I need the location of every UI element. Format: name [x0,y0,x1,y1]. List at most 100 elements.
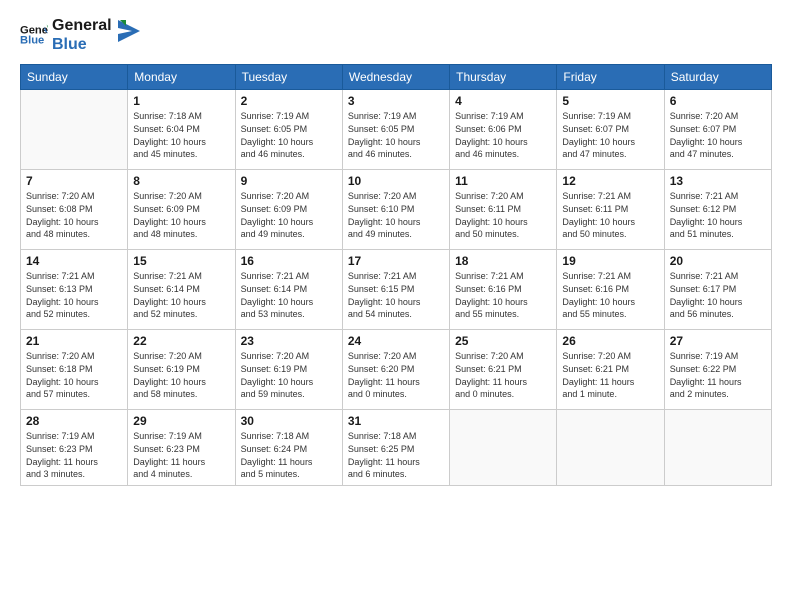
calendar-cell: 11Sunrise: 7:20 AM Sunset: 6:11 PM Dayli… [450,170,557,250]
logo: General Blue General Blue [20,16,140,54]
day-number: 22 [133,334,229,348]
day-number: 28 [26,414,122,428]
day-number: 3 [348,94,444,108]
calendar-table: SundayMondayTuesdayWednesdayThursdayFrid… [20,64,772,485]
day-number: 15 [133,254,229,268]
calendar-week-row: 7 Sunrise: 7:20 AM Sunset: 6:08 PM Daylig… [21,170,772,250]
calendar-cell: 31 Sunrise: 7:18 AM Sunset: 6:25 PM Dayli… [342,410,449,485]
weekday-header: Sunday [21,65,128,90]
calendar-cell: 10Sunrise: 7:20 AM Sunset: 6:10 PM Dayli… [342,170,449,250]
day-info: Sunrise: 7:20 AM Sunset: 6:18 PM Dayligh… [26,350,122,400]
calendar-body: 1 Sunrise: 7:18 AM Sunset: 6:04 PM Daylig… [21,90,772,485]
day-info: Sunrise: 7:20 AM Sunset: 6:07 PM Dayligh… [670,110,766,160]
calendar-cell: 25 Sunrise: 7:20 AM Sunset: 6:21 PM Dayli… [450,330,557,410]
day-info: Sunrise: 7:18 AM Sunset: 6:24 PM Dayligh… [241,430,337,480]
day-number: 24 [348,334,444,348]
weekday-header: Friday [557,65,664,90]
calendar-cell: 19 Sunrise: 7:21 AM Sunset: 6:16 PM Dayli… [557,250,664,330]
day-number: 19 [562,254,658,268]
day-info: Sunrise: 7:20 AM Sunset: 6:19 PM Dayligh… [133,350,229,400]
day-info: Sunrise: 7:19 AM Sunset: 6:22 PM Dayligh… [670,350,766,400]
day-info: Sunrise: 7:20 AM Sunset: 6:20 PM Dayligh… [348,350,444,400]
calendar-cell: 20 Sunrise: 7:21 AM Sunset: 6:17 PM Dayli… [664,250,771,330]
weekday-header: Saturday [664,65,771,90]
day-number: 6 [670,94,766,108]
day-info: Sunrise: 7:21 AM Sunset: 6:14 PM Dayligh… [241,270,337,320]
day-number: 16 [241,254,337,268]
calendar-cell: 21 Sunrise: 7:20 AM Sunset: 6:18 PM Dayli… [21,330,128,410]
day-number: 4 [455,94,551,108]
day-number: 9 [241,174,337,188]
logo-arrow-icon [118,20,140,42]
calendar-week-row: 28 Sunrise: 7:19 AM Sunset: 6:23 PM Dayli… [21,410,772,485]
weekday-header: Tuesday [235,65,342,90]
day-number: 25 [455,334,551,348]
day-number: 10 [348,174,444,188]
logo-general: General [52,16,112,35]
calendar-cell [21,90,128,170]
day-number: 12 [562,174,658,188]
weekday-header: Thursday [450,65,557,90]
calendar-cell: 28 Sunrise: 7:19 AM Sunset: 6:23 PM Dayli… [21,410,128,485]
day-number: 30 [241,414,337,428]
day-info: Sunrise: 7:21 AM Sunset: 6:17 PM Dayligh… [670,270,766,320]
weekday-header: Monday [128,65,235,90]
day-info: Sunrise: 7:20 AM Sunset: 6:11 PM Dayligh… [455,190,551,240]
day-info: Sunrise: 7:21 AM Sunset: 6:14 PM Dayligh… [133,270,229,320]
calendar-cell: 27Sunrise: 7:19 AM Sunset: 6:22 PM Dayli… [664,330,771,410]
day-info: Sunrise: 7:21 AM Sunset: 6:13 PM Dayligh… [26,270,122,320]
calendar-cell: 2Sunrise: 7:19 AM Sunset: 6:05 PM Daylig… [235,90,342,170]
calendar-cell: 13 Sunrise: 7:21 AM Sunset: 6:12 PM Dayli… [664,170,771,250]
day-info: Sunrise: 7:20 AM Sunset: 6:21 PM Dayligh… [455,350,551,400]
calendar-cell: 5Sunrise: 7:19 AM Sunset: 6:07 PM Daylig… [557,90,664,170]
day-number: 5 [562,94,658,108]
day-info: Sunrise: 7:20 AM Sunset: 6:09 PM Dayligh… [241,190,337,240]
day-info: Sunrise: 7:20 AM Sunset: 6:21 PM Dayligh… [562,350,658,400]
day-info: Sunrise: 7:20 AM Sunset: 6:08 PM Dayligh… [26,190,122,240]
svg-text:Blue: Blue [20,35,44,47]
day-info: Sunrise: 7:20 AM Sunset: 6:09 PM Dayligh… [133,190,229,240]
day-info: Sunrise: 7:19 AM Sunset: 6:05 PM Dayligh… [241,110,337,160]
day-number: 8 [133,174,229,188]
day-number: 18 [455,254,551,268]
day-number: 1 [133,94,229,108]
calendar-cell: 30 Sunrise: 7:18 AM Sunset: 6:24 PM Dayli… [235,410,342,485]
calendar-cell: 26Sunrise: 7:20 AM Sunset: 6:21 PM Dayli… [557,330,664,410]
day-number: 13 [670,174,766,188]
calendar-cell: 12 Sunrise: 7:21 AM Sunset: 6:11 PM Dayli… [557,170,664,250]
logo-blue: Blue [52,35,112,54]
day-number: 31 [348,414,444,428]
calendar-week-row: 21 Sunrise: 7:20 AM Sunset: 6:18 PM Dayli… [21,330,772,410]
day-number: 17 [348,254,444,268]
calendar-cell: 17 Sunrise: 7:21 AM Sunset: 6:15 PM Dayli… [342,250,449,330]
calendar-cell: 4 Sunrise: 7:19 AM Sunset: 6:06 PM Daylig… [450,90,557,170]
day-info: Sunrise: 7:20 AM Sunset: 6:19 PM Dayligh… [241,350,337,400]
day-info: Sunrise: 7:21 AM Sunset: 6:16 PM Dayligh… [562,270,658,320]
header: General Blue General Blue [20,16,772,54]
calendar-page: General Blue General Blue SundayMondayTu… [0,0,792,612]
day-number: 20 [670,254,766,268]
day-info: Sunrise: 7:19 AM Sunset: 6:06 PM Dayligh… [455,110,551,160]
calendar-week-row: 14 Sunrise: 7:21 AM Sunset: 6:13 PM Dayli… [21,250,772,330]
calendar-cell: 29Sunrise: 7:19 AM Sunset: 6:23 PM Dayli… [128,410,235,485]
calendar-header-row: SundayMondayTuesdayWednesdayThursdayFrid… [21,65,772,90]
logo-icon: General Blue [20,21,48,49]
day-info: Sunrise: 7:21 AM Sunset: 6:11 PM Dayligh… [562,190,658,240]
day-info: Sunrise: 7:18 AM Sunset: 6:25 PM Dayligh… [348,430,444,480]
calendar-cell: 14 Sunrise: 7:21 AM Sunset: 6:13 PM Dayli… [21,250,128,330]
day-info: Sunrise: 7:21 AM Sunset: 6:15 PM Dayligh… [348,270,444,320]
day-number: 14 [26,254,122,268]
calendar-week-row: 1 Sunrise: 7:18 AM Sunset: 6:04 PM Daylig… [21,90,772,170]
calendar-cell: 1 Sunrise: 7:18 AM Sunset: 6:04 PM Daylig… [128,90,235,170]
day-number: 21 [26,334,122,348]
day-info: Sunrise: 7:19 AM Sunset: 6:05 PM Dayligh… [348,110,444,160]
day-info: Sunrise: 7:21 AM Sunset: 6:12 PM Dayligh… [670,190,766,240]
calendar-cell: 9 Sunrise: 7:20 AM Sunset: 6:09 PM Daylig… [235,170,342,250]
day-number: 7 [26,174,122,188]
day-info: Sunrise: 7:18 AM Sunset: 6:04 PM Dayligh… [133,110,229,160]
calendar-cell [557,410,664,485]
day-info: Sunrise: 7:21 AM Sunset: 6:16 PM Dayligh… [455,270,551,320]
calendar-cell: 3 Sunrise: 7:19 AM Sunset: 6:05 PM Daylig… [342,90,449,170]
day-info: Sunrise: 7:19 AM Sunset: 6:23 PM Dayligh… [26,430,122,480]
calendar-cell [450,410,557,485]
